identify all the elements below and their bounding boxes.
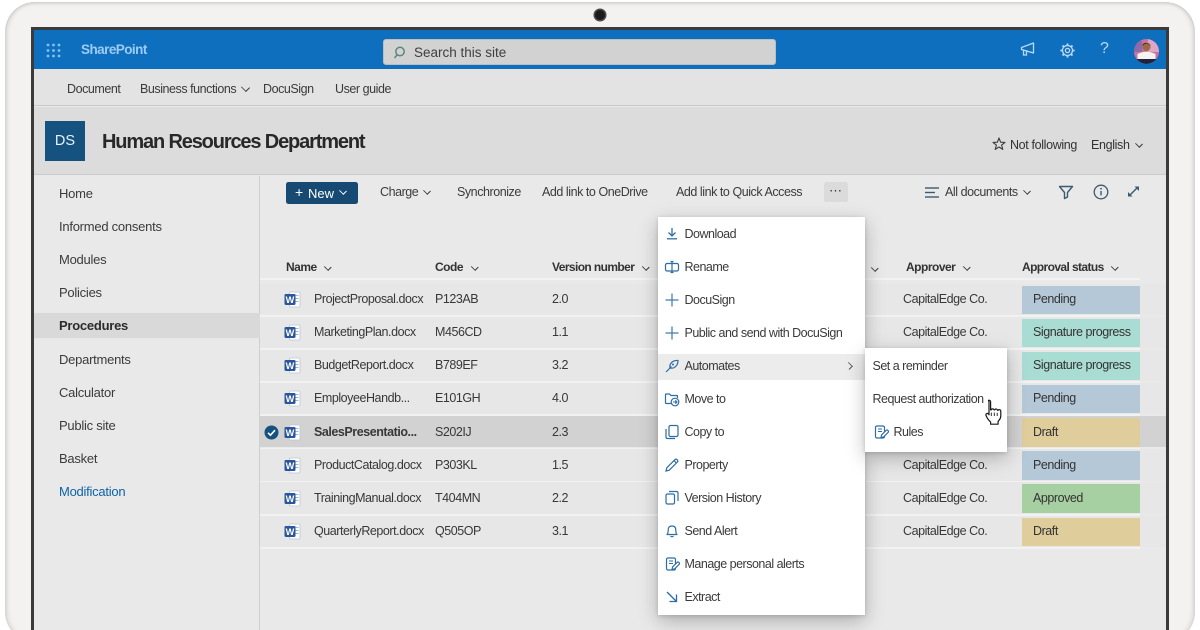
svg-text:W: W [286,328,295,338]
svg-text:W: W [286,527,295,537]
svg-text:W: W [286,394,295,404]
svg-text:W: W [286,295,295,305]
svg-text:W: W [286,361,295,371]
svg-text:W: W [286,427,295,437]
svg-text:W: W [286,494,295,504]
svg-text:W: W [286,461,295,471]
